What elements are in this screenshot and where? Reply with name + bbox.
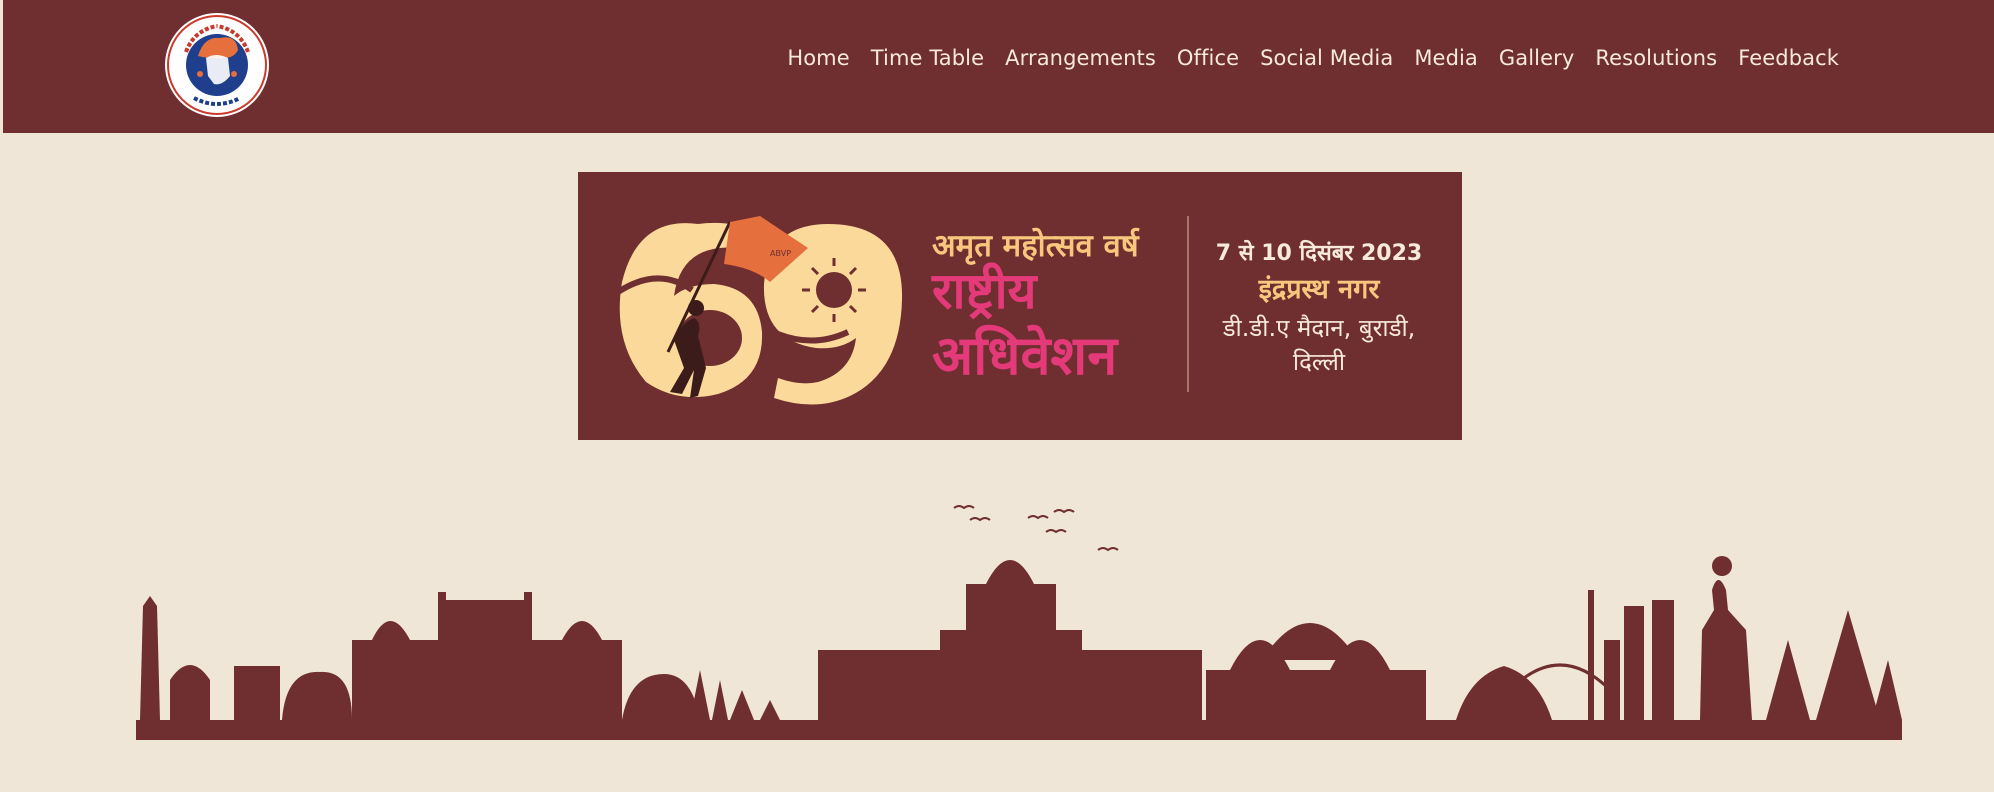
central-gate-icon (818, 560, 1202, 720)
nav-home[interactable]: Home (787, 46, 849, 70)
nav-gallery[interactable]: Gallery (1499, 46, 1575, 70)
nav-office[interactable]: Office (1177, 46, 1239, 70)
hanuman-statue-icon (1700, 556, 1752, 720)
banner-tagline: अमृत महोत्सव वर्ष (932, 227, 1140, 265)
svg-text:ABVP: ABVP (770, 249, 791, 258)
nav-media[interactable]: Media (1414, 46, 1478, 70)
venue-address-line1: डी.डी.ए मैदान, बुराडी, (1222, 314, 1416, 343)
nav-social-media[interactable]: Social Media (1260, 46, 1393, 70)
nav-resolutions[interactable]: Resolutions (1595, 46, 1717, 70)
banner-title-line2: अधिवेशन (932, 324, 1119, 387)
nav-time-table[interactable]: Time Table (871, 46, 984, 70)
lotus-temple-icon (1456, 666, 1552, 720)
abvp-logo-icon[interactable] (164, 12, 270, 118)
birds-icon (953, 505, 1119, 552)
venue-address-line2: दिल्ली (1293, 348, 1346, 376)
top-navbar: Home Time Table Arrangements Office Soci… (3, 0, 1994, 133)
qutub-minar-icon (140, 596, 160, 720)
nav-arrangements[interactable]: Arrangements (1005, 46, 1156, 70)
red-fort-icon (352, 592, 622, 720)
nav-feedback[interactable]: Feedback (1738, 46, 1839, 70)
main-nav: Home Time Table Arrangements Office Soci… (787, 46, 1839, 70)
banner-title-line1: राष्ट्रीय (931, 262, 1039, 320)
venue-name: इंद्रप्रस्थ नगर (1258, 274, 1381, 305)
delhi-skyline-illustration (0, 490, 1994, 750)
akshardham-icon (1206, 623, 1426, 720)
event-date: 7 से 10 दिसंबर 2023 (1216, 239, 1422, 266)
event-banner: ABVP अमृत महोत्सव वर्ष राष्ट्रीय अधिवेशन… (578, 172, 1462, 440)
